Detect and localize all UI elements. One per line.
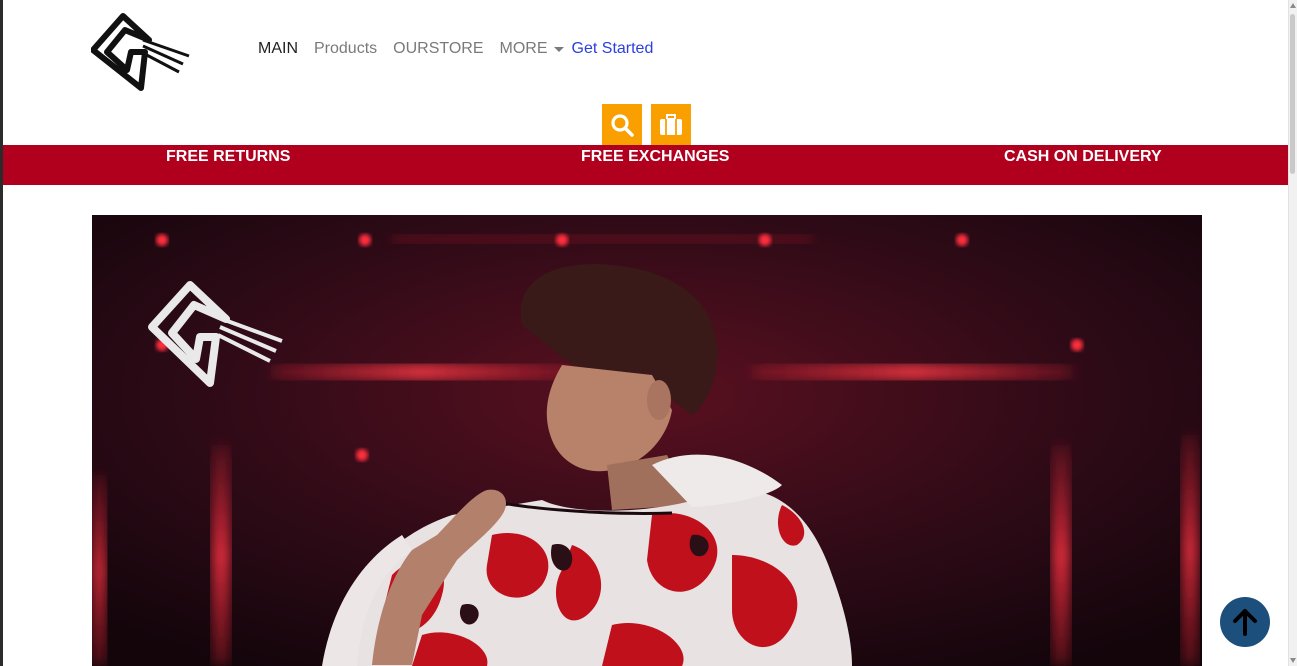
scroll-down-icon[interactable] xyxy=(1290,658,1296,663)
search-icon xyxy=(611,113,634,137)
bag-button[interactable] xyxy=(651,104,691,145)
promo-free-exchanges: FREE EXCHANGES xyxy=(581,148,730,165)
scrollbar-thumb[interactable] xyxy=(1290,14,1295,174)
suitcase-icon xyxy=(660,113,682,135)
promo-free-returns: FREE RETURNS xyxy=(166,148,291,165)
get-started-link[interactable]: Get Started xyxy=(572,40,654,58)
nav-products[interactable]: Products xyxy=(314,40,377,58)
page: MAIN Products OURSTORE MORE Get Started xyxy=(0,0,1297,666)
chevron-down-icon xyxy=(553,46,564,52)
back-to-top-button[interactable] xyxy=(1220,597,1270,647)
promo-cash-on-delivery: CASH ON DELIVERY xyxy=(1004,148,1162,165)
page-scrollbar[interactable] xyxy=(1288,0,1297,666)
site-header: MAIN Products OURSTORE MORE Get Started xyxy=(3,0,1289,145)
scroll-up-icon[interactable] xyxy=(1290,3,1296,8)
hero-banner-image xyxy=(92,215,1202,666)
brand-logo[interactable] xyxy=(90,12,191,92)
promo-bar: FREE RETURNS FREE EXCHANGES CASH ON DELI… xyxy=(3,145,1289,185)
nav-more-dropdown[interactable]: MORE xyxy=(500,40,564,58)
arrow-up-icon xyxy=(1233,609,1257,636)
search-button[interactable] xyxy=(602,104,642,145)
nav-ourstore[interactable]: OURSTORE xyxy=(393,40,483,58)
nav-main[interactable]: MAIN xyxy=(258,40,298,58)
nav-more-label: MORE xyxy=(499,40,548,57)
main-nav: MAIN Products OURSTORE MORE Get Started xyxy=(258,40,669,58)
